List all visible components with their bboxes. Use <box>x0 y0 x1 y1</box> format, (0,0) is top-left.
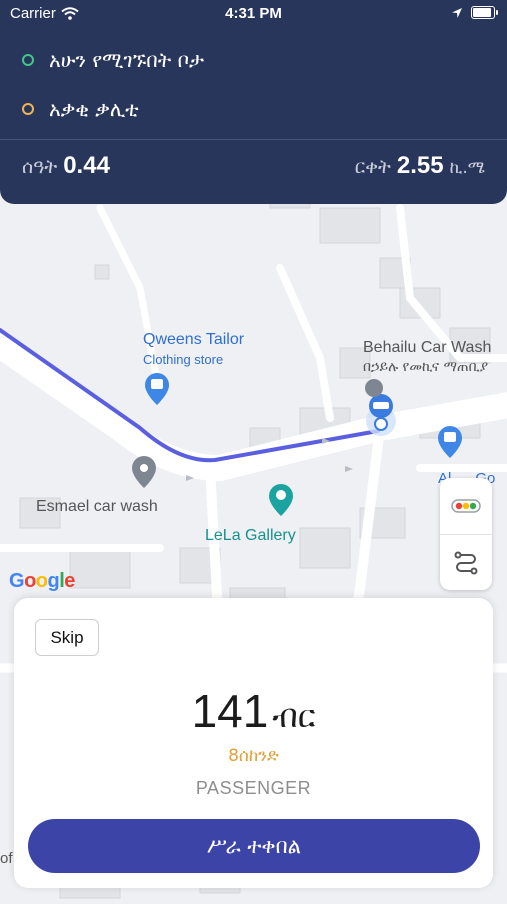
skip-button[interactable]: Skip <box>35 619 99 656</box>
status-icons <box>451 6 498 19</box>
fare-amount: 141 <box>191 685 269 737</box>
trip-distance-value: 2.55 <box>396 152 444 179</box>
route-icon <box>454 551 478 575</box>
poi-partial-left: of <box>0 850 13 867</box>
poi-qweens-tailor-category: Clothing store <box>143 352 224 367</box>
pickup-location-row[interactable]: አሁን የሚገኙበት ቦታ <box>22 48 204 72</box>
trip-header: አሁን የሚገኙበት ቦታ አቃቂ ቃሊቲ ሰዓት 0.44 ርቀት 2.55 … <box>0 28 507 204</box>
map-controls <box>440 478 492 590</box>
fare-display: 141 ብር <box>14 684 493 738</box>
status-bar: Carrier 4:31 PM <box>0 0 507 28</box>
trip-time-value: 0.44 <box>63 152 110 179</box>
trip-distance-label: ርቀት <box>354 156 391 178</box>
poi-lela-gallery[interactable]: LeLa Gallery <box>205 527 296 545</box>
destination-location-row[interactable]: አቃቂ ቃሊቲ <box>22 97 139 121</box>
traffic-light-icon <box>451 499 481 513</box>
pickup-dot-icon <box>22 54 34 66</box>
countdown-timer: 8ሰከንድ <box>228 746 279 766</box>
battery-icon <box>471 6 498 19</box>
poi-behailu-car-wash-amharic: በኃይሉ የመኪና ማጠቢያ <box>363 359 489 375</box>
destination-location-text: አቃቂ ቃሊቲ <box>49 97 139 121</box>
destination-dot-icon <box>22 103 34 115</box>
trip-distance: ርቀት 2.55 ኪ.ሜ <box>355 152 485 180</box>
fare-currency: ብር <box>272 697 316 735</box>
location-arrow-icon <box>452 7 462 18</box>
trip-time-label: ሰዓት <box>22 156 58 178</box>
poi-qweens-tailor[interactable]: Qweens Tailor Clothing store <box>143 331 244 367</box>
header-divider <box>0 139 507 140</box>
trip-time: ሰዓት 0.44 <box>22 152 110 180</box>
clock: 4:31 PM <box>225 5 282 22</box>
accept-job-button[interactable]: ሥራ ተቀበል <box>28 819 480 873</box>
trip-distance-unit: ኪ.ሜ <box>449 158 485 178</box>
ride-offer-sheet: Skip 141 ብር 8ሰከንድ PASSENGER ሥራ ተቀበል <box>14 598 493 888</box>
traffic-toggle-button[interactable] <box>440 478 492 535</box>
route-options-button[interactable] <box>440 534 492 590</box>
ride-type-label: PASSENGER <box>195 778 312 798</box>
poi-esmael-car-wash[interactable]: Esmael car wash <box>36 498 158 516</box>
pickup-location-text: አሁን የሚገኙበት ቦታ <box>49 48 205 72</box>
poi-behailu-car-wash-name: Behailu Car Wash <box>363 339 492 356</box>
google-logo: Google <box>9 570 75 592</box>
poi-behailu-car-wash[interactable]: Behailu Car Wash በኃይሉ የመኪና ማጠቢያ <box>363 339 491 375</box>
poi-qweens-tailor-name: Qweens Tailor <box>143 331 245 348</box>
